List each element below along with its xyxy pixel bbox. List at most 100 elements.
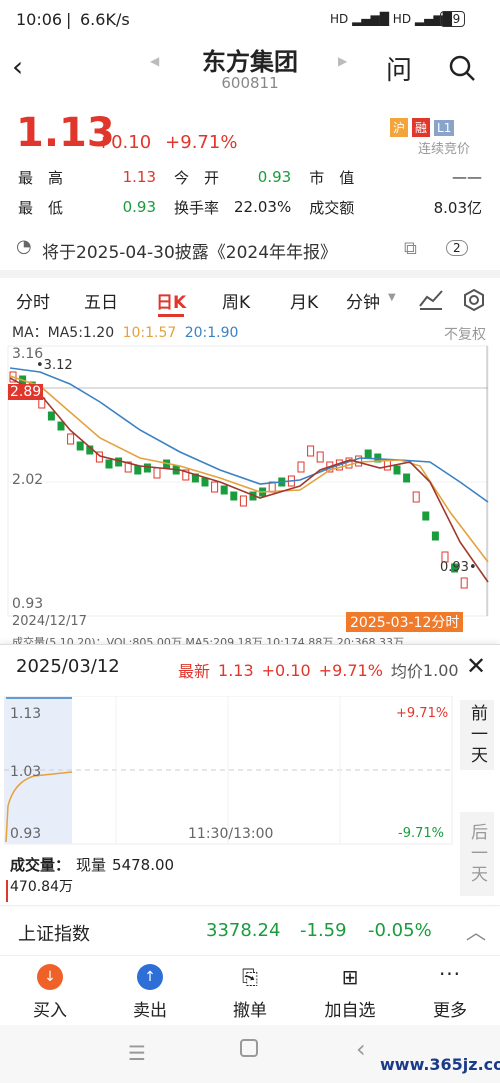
candle (422, 511, 430, 521)
more-label: 更多 (433, 1001, 467, 1021)
settings-icon[interactable] (462, 288, 486, 312)
index-change: -1.59 (300, 920, 347, 941)
back-nav-icon[interactable]: ‹ (356, 1035, 366, 1063)
status-time: 10:06 (16, 10, 63, 29)
ask-button[interactable]: 问 (386, 50, 412, 87)
change-pct: +9.71% (165, 132, 238, 153)
chevron-down-icon: ▼ (388, 292, 396, 303)
chevron-up-icon[interactable]: ︿ (466, 916, 486, 945)
adjust-label[interactable]: 不复权 (444, 324, 486, 344)
latest-change: +0.10 (261, 660, 311, 680)
tab-intraday[interactable]: 分时 (16, 288, 50, 313)
tab-weekly-k[interactable]: 周K (222, 288, 250, 313)
add-watchlist-icon: ⊞ (341, 965, 359, 989)
cancel-order-button[interactable]: ⎘ 撤单 (210, 964, 290, 1021)
intraday-date: 2025/03/12 (16, 656, 120, 677)
intraday-y-top: 1.13 (10, 706, 42, 722)
bottom-toolbar: ↓ 买入 ↑ 卖出 ⎘ 撤单 ⊞ 加自选 ··· 更多 (0, 955, 500, 1025)
candle (364, 449, 372, 459)
candle (239, 495, 247, 507)
signal-icon: HD ▂▄▆█ HD ▂▄▆█ (330, 12, 452, 26)
start-date: 2024/12/17 (12, 614, 87, 629)
candle (143, 463, 151, 473)
notice-bar[interactable]: ◔ 将于2025-04-30披露《2024年年报》 ⧉ 2 (0, 226, 500, 270)
latest-label: 最新 (178, 662, 211, 681)
amount-value: 8.03亿 (433, 198, 482, 217)
latest-value: 1.13 (218, 660, 254, 680)
tab-minute[interactable]: 分钟 (346, 288, 380, 313)
low-value: 0.93 (122, 198, 156, 216)
candle (431, 531, 439, 541)
status-bar: 10:06 | 6.6K/s HD ▂▄▆█ HD ▂▄▆█ 69 (0, 0, 500, 40)
tab-daily-k[interactable]: 日K (156, 288, 186, 313)
intraday-pct-top: +9.71% (396, 706, 449, 721)
tab-monthly-k[interactable]: 月K (290, 288, 318, 313)
chart-tabs: 分时 五日 日K 周K 月K 分钟 ▼ (0, 286, 500, 317)
candle (220, 485, 228, 495)
index-value: 3378.24 (206, 920, 281, 941)
share-icon[interactable]: ⧉ (404, 238, 417, 259)
intraday-y-bot: 0.93 (10, 826, 42, 842)
watermark: www.365jz.com (380, 1055, 500, 1074)
high-mark: •3.12 (36, 358, 73, 373)
candle (105, 459, 113, 469)
intraday-chart[interactable] (4, 696, 456, 846)
cancel-order-icon: ⎘ (242, 965, 258, 989)
price-change: +0.10 +9.71% (96, 132, 237, 153)
candle (201, 477, 209, 487)
bulb-icon: ◔ (16, 236, 32, 257)
mktcap-label: 市 值 (309, 168, 355, 187)
battery-icon: 69 (440, 11, 466, 27)
badge-margin: 融 (412, 118, 431, 137)
close-icon[interactable]: ✕ (466, 652, 486, 680)
trade-mode: 连续竞价 (418, 142, 471, 157)
intraday-time-mid: 11:30/13:00 (188, 826, 274, 842)
notice-text: 将于2025-04-30披露《2024年年报》 (42, 243, 338, 263)
mktcap-value: —— (452, 168, 482, 186)
notice-count[interactable]: 2 (446, 240, 468, 256)
avg-label: 均价 (390, 662, 423, 681)
next-day-button[interactable]: 后一天 (460, 812, 494, 896)
indicator-icon[interactable] (418, 288, 444, 310)
volume-now-label: 现量 (76, 856, 107, 874)
kline-chart[interactable] (0, 342, 500, 638)
y-bot-label: 0.93 (12, 596, 44, 612)
candle (460, 577, 468, 589)
intraday-summary: 最新 1.13 +0.10 +9.71% 均价 1.00 (178, 658, 459, 682)
open-label: 今 开 (174, 168, 220, 187)
amount-label: 成交额 (309, 198, 355, 217)
buy-button[interactable]: ↓ 买入 (10, 964, 90, 1021)
candle (67, 433, 75, 445)
candle (316, 451, 324, 463)
header: ‹ ◀ ▶ 东方集团 600811 问 (0, 40, 500, 100)
candle (230, 491, 238, 501)
ma-legend: MA：MA5:1.20 10:1.57 20:1.90 (12, 322, 238, 342)
candles (9, 371, 468, 589)
more-icon: ··· (438, 962, 462, 986)
turnover-value: 22.03% (234, 198, 292, 216)
sell-button[interactable]: ↑ 卖出 (110, 964, 190, 1021)
candle (307, 445, 315, 457)
add-watchlist-label: 加自选 (324, 1001, 376, 1021)
avg-value: 1.00 (422, 660, 459, 680)
add-watchlist-button[interactable]: ⊞ 加自选 (310, 964, 390, 1021)
cursor-date-label: 2025-03-12分时 (346, 612, 464, 632)
more-button[interactable]: ··· 更多 (410, 964, 490, 1021)
candle (76, 441, 84, 451)
divider (0, 270, 500, 278)
prev-day-button[interactable]: 前一天 (460, 700, 494, 770)
index-name: 上证指数 (18, 924, 90, 945)
candle (153, 467, 161, 479)
menu-icon[interactable]: ☰ (128, 1041, 146, 1065)
search-icon[interactable] (448, 54, 476, 82)
system-nav-bar: ☰ ‹ www.365jz.com (0, 1025, 500, 1083)
buy-icon: ↓ (37, 964, 63, 990)
ma5-label: MA：MA5:1.20 (12, 325, 115, 341)
intraday-y-mid: 1.03 (10, 764, 42, 780)
home-icon[interactable] (240, 1039, 258, 1057)
badge-l1: L1 (434, 119, 455, 136)
volume-label: 成交量： (10, 856, 71, 874)
turnover-label: 换手率 (174, 198, 220, 217)
tab-five-day[interactable]: 五日 (84, 288, 118, 313)
index-bar[interactable]: 上证指数 3378.24 -1.59 -0.05% ︿ (0, 905, 500, 953)
